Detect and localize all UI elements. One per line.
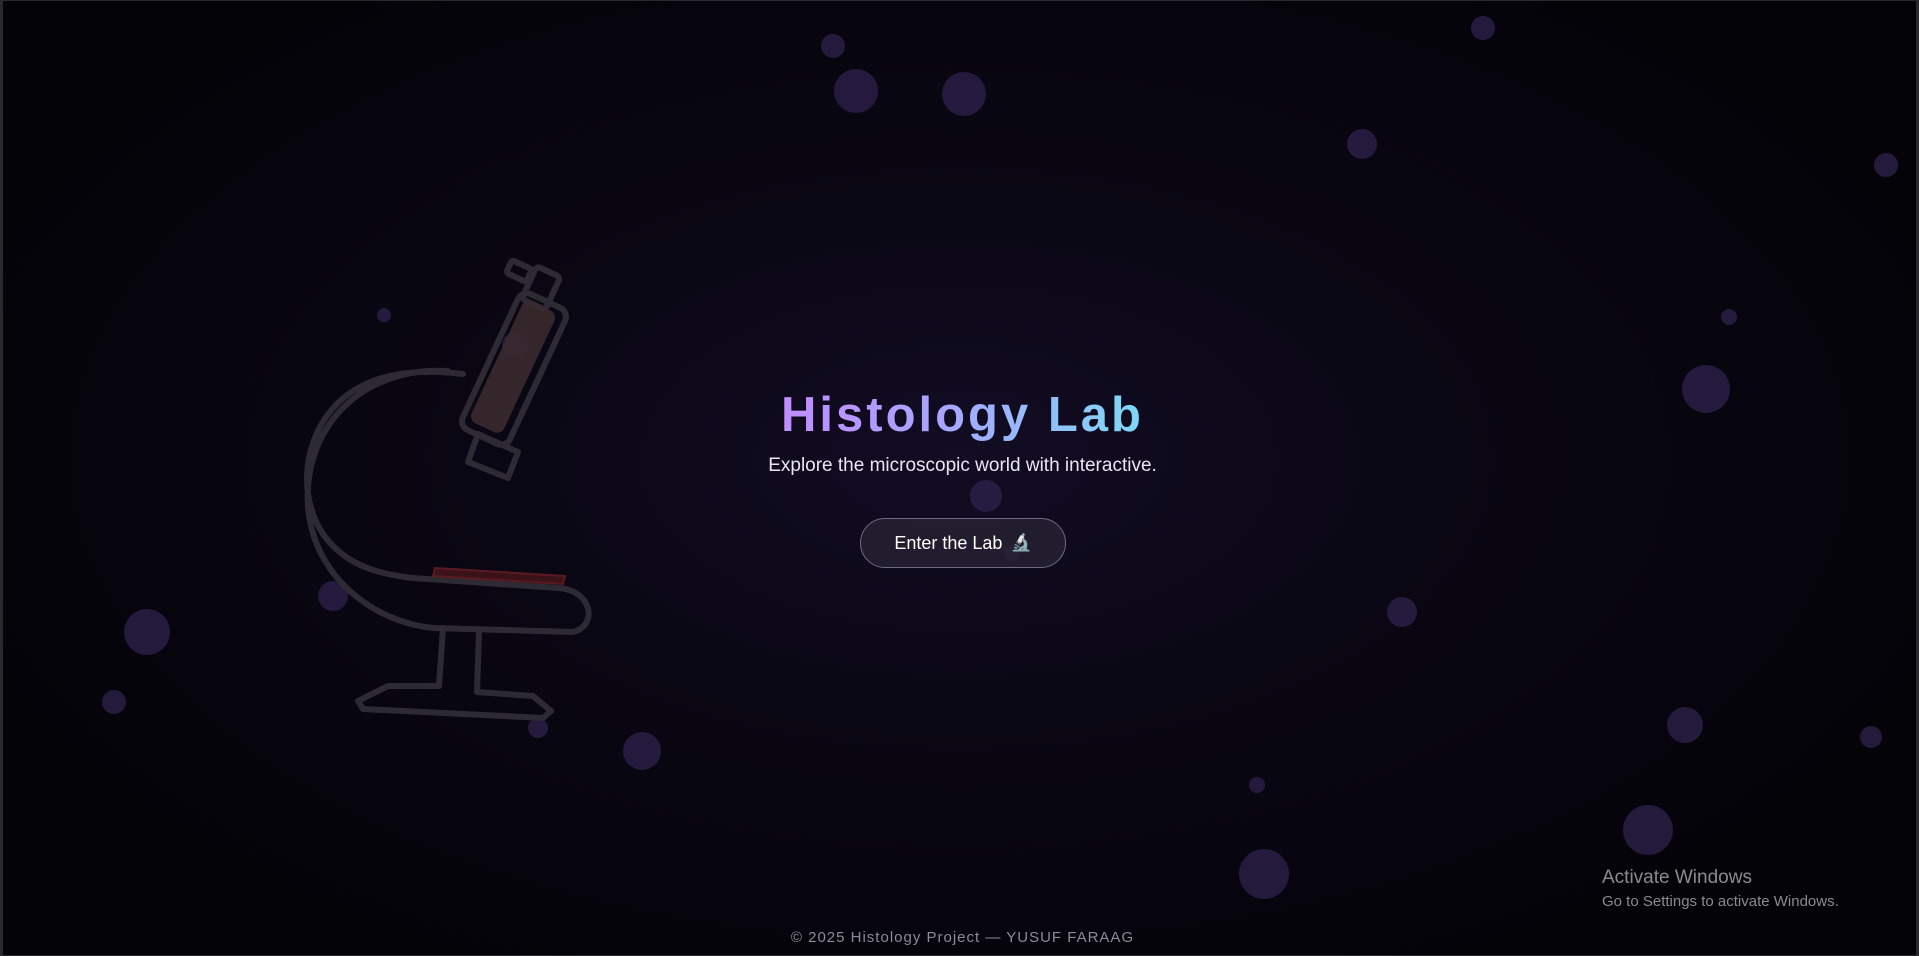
bubble [102,690,126,714]
bubble [1249,777,1265,793]
bubble [1860,726,1882,748]
enter-lab-button[interactable]: Enter the Lab 🔬 [860,518,1066,568]
page-subtitle: Explore the microscopic world with inter… [768,455,1157,476]
bubble [942,72,986,116]
microscope-illustration [304,257,592,721]
microscope-icon: 🔬 [1010,533,1032,552]
bubble [623,732,661,770]
bubble [970,480,1002,512]
bubble [1667,707,1703,743]
landing-page: Histology Lab Explore the microscopic wo… [0,0,1919,956]
bubble [821,34,845,58]
bubble [834,69,878,113]
bubble [1623,805,1673,855]
bubble [1874,153,1898,177]
footer-copyright: © 2025 Histology Project — YUSUF FARAAG [790,929,1135,946]
bubble [1721,309,1737,325]
activate-windows-watermark: Activate Windows Go to Settings to activ… [1602,867,1839,910]
bubble [1347,129,1377,159]
bubble [1239,849,1289,899]
page-title: Histology Lab [781,388,1144,442]
enter-lab-label: Enter the Lab [894,532,1003,553]
watermark-title: Activate Windows [1602,867,1752,888]
bubble [1471,16,1495,40]
watermark-subtitle: Go to Settings to activate Windows. [1602,893,1839,910]
bubble [124,609,170,655]
bubble [1387,597,1417,627]
